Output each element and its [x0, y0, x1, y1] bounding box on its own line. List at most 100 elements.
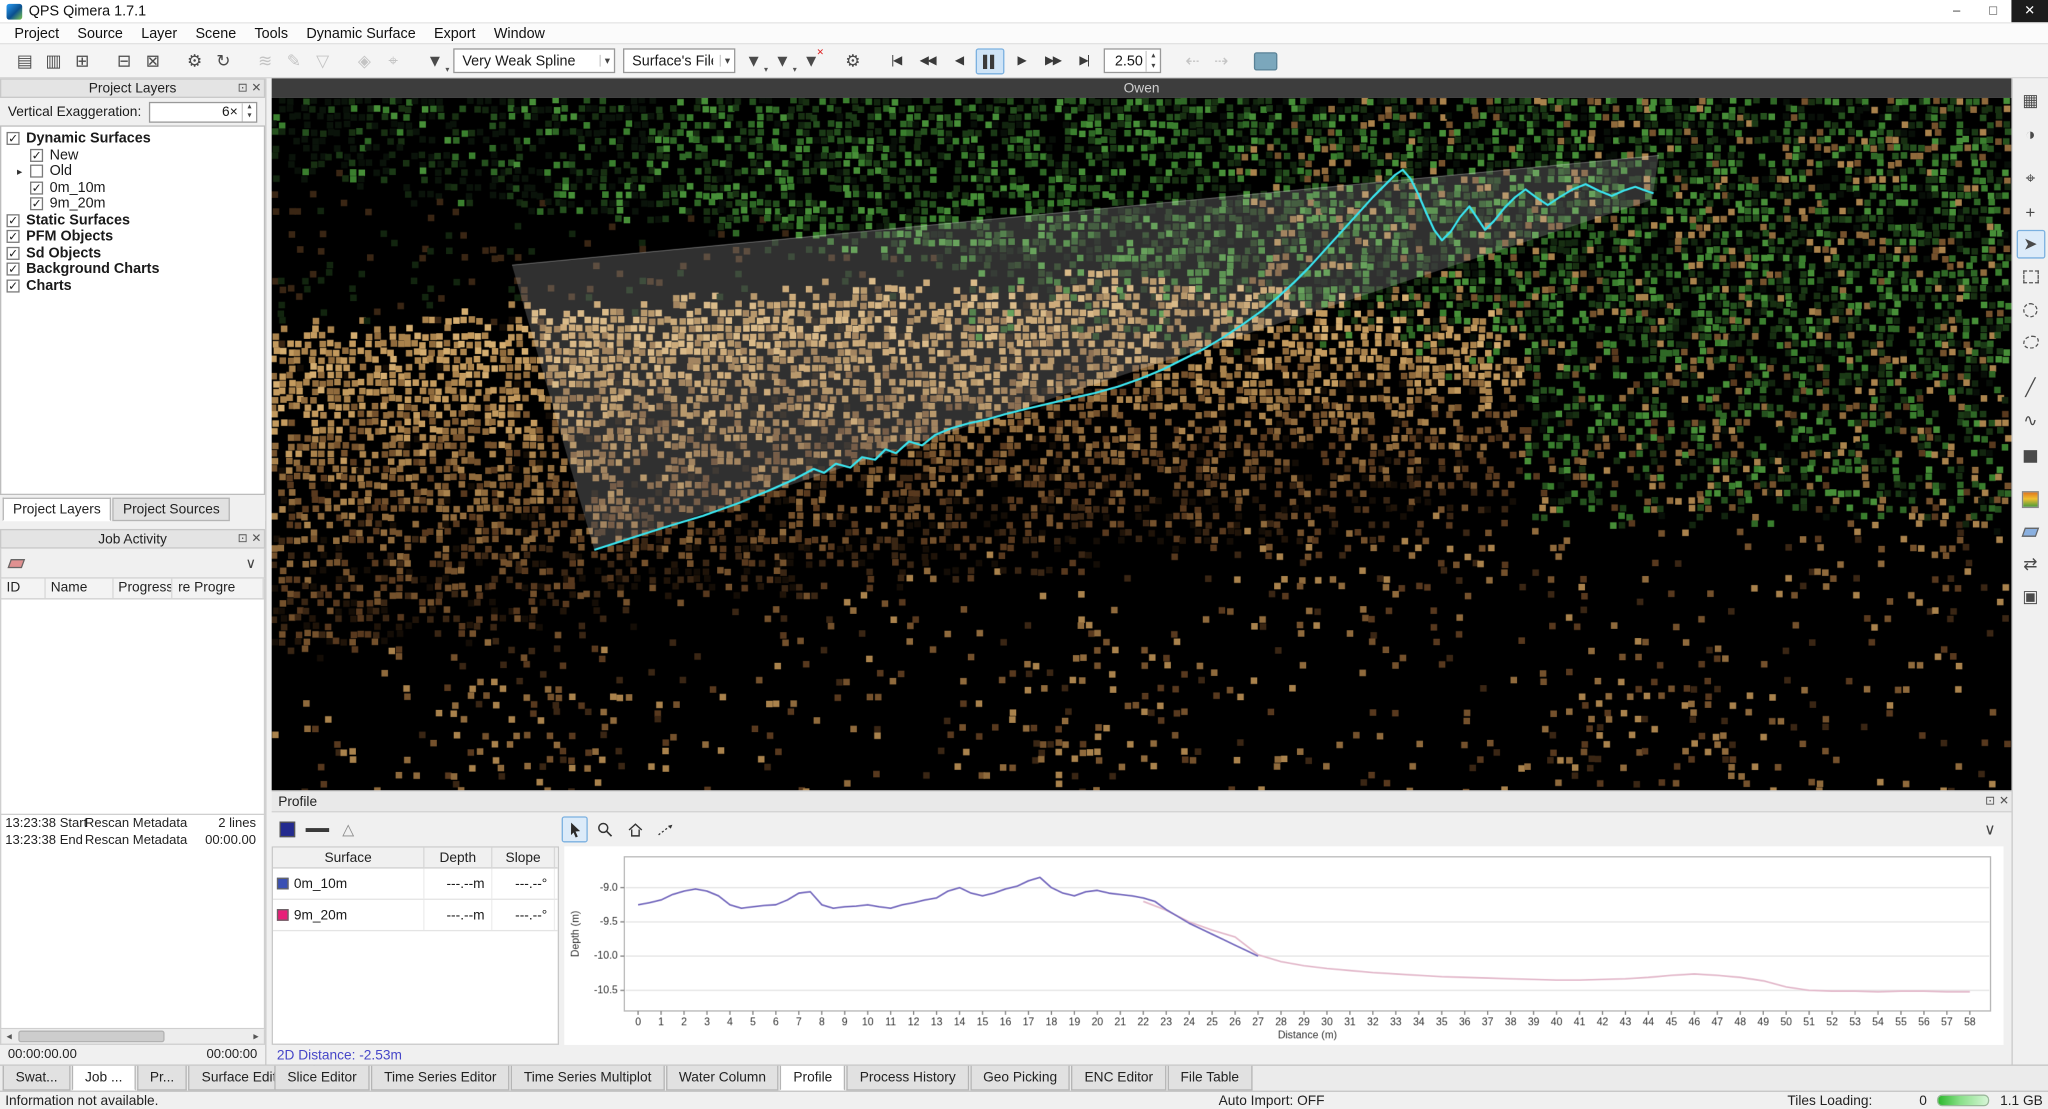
menu-source[interactable]: Source: [68, 24, 132, 42]
selection-settings-icon[interactable]: ⚙: [839, 46, 868, 75]
profile-col-surface[interactable]: Surface: [273, 848, 425, 868]
step-back-button[interactable]: ◀: [944, 48, 973, 74]
playback-speed-spinner[interactable]: 2.50▴▾: [1104, 48, 1161, 73]
profile-home-tool[interactable]: [622, 816, 648, 842]
tab-file-table[interactable]: File Table: [1167, 1066, 1252, 1091]
tab-geo-picking[interactable]: Geo Picking: [970, 1066, 1070, 1091]
settings-gear-icon[interactable]: ⚙: [180, 46, 209, 75]
column-header-name[interactable]: Name: [46, 579, 114, 599]
layer-new[interactable]: ✓New: [1, 147, 264, 163]
layer-0m-10m[interactable]: ✓0m_10m: [1, 180, 264, 196]
go-last-button[interactable]: ▶|: [1070, 48, 1099, 74]
profile-measure-tool[interactable]: [652, 816, 678, 842]
checkbox[interactable]: ✓: [7, 230, 20, 243]
layer-pfm-objects[interactable]: ✓PFM Objects: [1, 229, 264, 245]
checkbox[interactable]: ✓: [7, 263, 20, 276]
fast-rewind-button[interactable]: ◀◀: [913, 48, 942, 74]
play-button[interactable]: ▶: [1007, 48, 1036, 74]
wave-icon[interactable]: ∿: [2016, 406, 2045, 435]
refresh-icon[interactable]: ↻: [209, 46, 238, 75]
menu-layer[interactable]: Layer: [132, 24, 186, 42]
profile-row-9m-20m[interactable]: 9m_20m---.--m---.--°: [273, 900, 558, 931]
checkbox[interactable]: ✓: [30, 149, 43, 162]
profile-color-swatch[interactable]: [280, 822, 296, 838]
menu-window[interactable]: Window: [485, 24, 554, 42]
checkbox[interactable]: ✓: [7, 279, 20, 292]
panel-float-icon[interactable]: ⊡: [238, 82, 248, 94]
tab-water-column[interactable]: Water Column: [666, 1066, 779, 1091]
spin-up-icon[interactable]: ▴: [243, 103, 256, 112]
profile-marker-icon[interactable]: △: [342, 820, 354, 838]
profile-slice-icon[interactable]: ╱: [2016, 374, 2045, 403]
tab-pr[interactable]: Pr...: [137, 1066, 188, 1091]
spin-up-icon[interactable]: ▴: [1147, 50, 1160, 60]
filter-funnel-icon[interactable]: ▼▾: [421, 46, 450, 75]
panel-close-icon[interactable]: ✕: [251, 533, 261, 545]
tab-swat[interactable]: Swat...: [3, 1066, 71, 1091]
checkbox[interactable]: ✓: [30, 198, 43, 211]
select-lasso-icon[interactable]: [2016, 328, 2045, 357]
panel-close-icon[interactable]: ✕: [251, 82, 261, 94]
maximize-button[interactable]: □: [1975, 0, 2012, 22]
profile-prev-icon[interactable]: ⇠: [1178, 46, 1207, 75]
layer-sd-objects[interactable]: ✓Sd Objects: [1, 245, 264, 261]
grid-view-icon[interactable]: ▦: [2016, 86, 2045, 115]
panel-close-icon[interactable]: ✕: [1999, 795, 2009, 807]
collapse-panel-icon[interactable]: ∨: [1984, 820, 2003, 838]
swath-editor-icon[interactable]: ≋: [251, 46, 280, 75]
cursor-select-icon[interactable]: ➤: [2016, 230, 2045, 259]
profile-zoom-tool[interactable]: [592, 816, 618, 842]
tab-process-history[interactable]: Process History: [847, 1066, 969, 1091]
slice-tool-icon[interactable]: ◈: [350, 46, 379, 75]
tab-enc-editor[interactable]: ENC Editor: [1071, 1066, 1166, 1091]
sphere-view-icon[interactable]: ◑: [2016, 119, 2045, 148]
layer-dynamic-surfaces[interactable]: ✓Dynamic Surfaces: [1, 131, 264, 147]
job-activity-log[interactable]: 13:23:38 StartRescan Metadata2 lines13:2…: [0, 815, 265, 1029]
tab-project-layers[interactable]: Project Layers: [3, 498, 112, 522]
expander-icon[interactable]: ▸: [17, 166, 30, 178]
layer-charts[interactable]: ✓Charts: [1, 278, 264, 294]
checkbox[interactable]: ✓: [30, 181, 43, 194]
save-project-icon[interactable]: ⊞: [68, 46, 97, 75]
fast-forward-button[interactable]: ▶▶: [1038, 48, 1067, 74]
menu-project[interactable]: Project: [5, 24, 68, 42]
spin-down-icon[interactable]: ▾: [243, 112, 256, 121]
panel-float-icon[interactable]: ⊡: [1985, 795, 1995, 807]
profile-row-0m-10m[interactable]: 0m_10m---.--m---.--°: [273, 869, 558, 900]
profile-chart[interactable]: [564, 846, 2003, 1045]
vertical-exaggeration-input[interactable]: 6× ▴ ▾: [149, 101, 257, 122]
menu-export[interactable]: Export: [425, 24, 485, 42]
terrain-3d-view[interactable]: [272, 98, 2012, 790]
tab-slice-editor[interactable]: Slice Editor: [274, 1066, 369, 1091]
surface-files-combo[interactable]: Surface's Files▾: [623, 48, 735, 73]
checkbox[interactable]: [30, 165, 43, 178]
select-circle-icon[interactable]: [2016, 295, 2045, 324]
close-button[interactable]: ✕: [2011, 0, 2048, 22]
checkbox[interactable]: ✓: [7, 132, 20, 145]
eraser-3d-icon[interactable]: [2016, 517, 2045, 546]
spin-down-icon[interactable]: ▾: [1147, 61, 1160, 71]
job-activity-table[interactable]: [0, 600, 265, 816]
panel-float-icon[interactable]: ⊡: [238, 533, 248, 545]
active-color-swatch[interactable]: [1254, 52, 1278, 70]
crosshair-icon[interactable]: ⌖: [2016, 165, 2045, 194]
profile-col-depth[interactable]: Depth: [424, 848, 492, 868]
tab-time-series-multiplot[interactable]: Time Series Multiplot: [511, 1066, 665, 1091]
profile-line-style-sample[interactable]: [306, 827, 330, 831]
layer-static-surfaces[interactable]: ✓Static Surfaces: [1, 212, 264, 228]
checkbox[interactable]: ✓: [7, 214, 20, 227]
profile-next-icon[interactable]: ⇢: [1207, 46, 1236, 75]
layer-9m-20m[interactable]: ✓9m_20m: [1, 196, 264, 212]
layer-background-charts[interactable]: ✓Background Charts: [1, 261, 264, 277]
filter-add-icon[interactable]: ▼▾: [739, 46, 768, 75]
pause-button[interactable]: ▌▌: [976, 48, 1005, 74]
menu-scene[interactable]: Scene: [186, 24, 245, 42]
add-processed-points-icon[interactable]: ⊠: [138, 46, 167, 75]
clear-finished-jobs-icon[interactable]: [7, 558, 25, 567]
filter-edit-icon[interactable]: ▼▾: [768, 46, 797, 75]
open-project-icon[interactable]: ▥: [39, 46, 68, 75]
tab-time-series-editor[interactable]: Time Series Editor: [371, 1066, 509, 1091]
colormap-icon[interactable]: [2016, 485, 2045, 514]
geo-pick-tool-icon[interactable]: ⌖: [379, 46, 408, 75]
column-header-re-progre[interactable]: re Progre: [173, 579, 264, 599]
